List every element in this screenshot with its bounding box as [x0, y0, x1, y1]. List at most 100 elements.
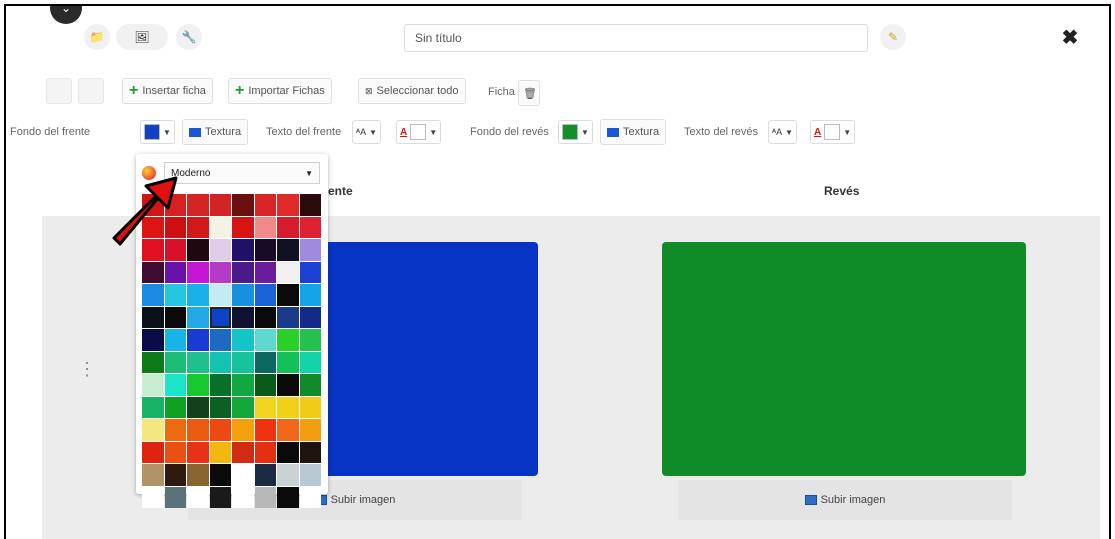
- color-swatch[interactable]: [187, 464, 209, 486]
- color-swatch[interactable]: [142, 239, 164, 261]
- color-swatch[interactable]: [142, 329, 164, 351]
- close-button[interactable]: ✖: [1058, 25, 1082, 49]
- color-swatch[interactable]: [254, 194, 276, 216]
- color-swatch[interactable]: [142, 351, 164, 373]
- color-swatch[interactable]: [187, 306, 209, 328]
- color-swatch[interactable]: [277, 239, 299, 261]
- color-swatch[interactable]: [187, 441, 209, 463]
- color-swatch[interactable]: [164, 396, 186, 418]
- color-swatch[interactable]: [187, 239, 209, 261]
- color-swatch[interactable]: [187, 329, 209, 351]
- color-swatch[interactable]: [232, 396, 254, 418]
- color-swatch[interactable]: [209, 329, 231, 351]
- color-swatch[interactable]: [299, 419, 321, 441]
- color-swatch[interactable]: [277, 194, 299, 216]
- color-swatch[interactable]: [209, 216, 231, 238]
- color-swatch[interactable]: [209, 396, 231, 418]
- color-swatch[interactable]: [232, 239, 254, 261]
- color-swatch[interactable]: [187, 374, 209, 396]
- color-swatch[interactable]: [254, 374, 276, 396]
- color-swatch[interactable]: [232, 261, 254, 283]
- back-card[interactable]: [662, 242, 1026, 476]
- color-swatch[interactable]: [277, 441, 299, 463]
- color-swatch[interactable]: [187, 216, 209, 238]
- color-swatch[interactable]: [164, 374, 186, 396]
- palette-select[interactable]: Moderno ▼: [164, 162, 320, 184]
- front-bg-color-button[interactable]: ▼: [140, 120, 175, 144]
- back-texture-button[interactable]: Textura: [600, 119, 667, 145]
- color-swatch[interactable]: [299, 486, 321, 508]
- color-swatch[interactable]: [232, 441, 254, 463]
- color-swatch[interactable]: [142, 419, 164, 441]
- color-swatch[interactable]: [209, 306, 231, 328]
- color-swatch[interactable]: [142, 306, 164, 328]
- color-swatch[interactable]: [232, 216, 254, 238]
- color-swatch[interactable]: [254, 419, 276, 441]
- back-bg-color-button[interactable]: ▼: [558, 120, 593, 144]
- color-swatch[interactable]: [142, 194, 164, 216]
- color-swatch[interactable]: [299, 216, 321, 238]
- undo-button[interactable]: [46, 78, 72, 104]
- color-swatch[interactable]: [164, 464, 186, 486]
- title-input[interactable]: [404, 24, 868, 52]
- color-swatch[interactable]: [277, 374, 299, 396]
- menu-toggle-button[interactable]: ⌄: [50, 6, 82, 24]
- front-text-color-button[interactable]: A ▼: [396, 120, 442, 144]
- color-swatch[interactable]: [142, 396, 164, 418]
- color-swatch[interactable]: [299, 464, 321, 486]
- color-swatch[interactable]: [299, 396, 321, 418]
- color-swatch[interactable]: [209, 351, 231, 373]
- color-swatch[interactable]: [232, 306, 254, 328]
- color-swatch[interactable]: [254, 261, 276, 283]
- color-swatch[interactable]: [142, 486, 164, 508]
- color-swatch[interactable]: [164, 216, 186, 238]
- color-swatch[interactable]: [299, 284, 321, 306]
- color-swatch[interactable]: [277, 351, 299, 373]
- color-swatch[interactable]: [254, 441, 276, 463]
- color-swatch[interactable]: [277, 216, 299, 238]
- color-swatch[interactable]: [187, 419, 209, 441]
- color-swatch[interactable]: [299, 261, 321, 283]
- color-swatch[interactable]: [142, 216, 164, 238]
- color-swatch[interactable]: [187, 486, 209, 508]
- color-swatch[interactable]: [209, 239, 231, 261]
- color-swatch[interactable]: [254, 486, 276, 508]
- color-swatch[interactable]: [254, 284, 276, 306]
- color-swatch[interactable]: [299, 194, 321, 216]
- color-swatch[interactable]: [164, 306, 186, 328]
- front-font-button[interactable]: ᴬA ▼: [352, 120, 382, 144]
- color-swatch[interactable]: [254, 396, 276, 418]
- color-swatch[interactable]: [142, 441, 164, 463]
- color-swatch[interactable]: [277, 261, 299, 283]
- card-options-icon[interactable]: ⋮: [78, 360, 96, 378]
- front-texture-button[interactable]: Textura: [182, 119, 249, 145]
- tools-button[interactable]: 🔧: [176, 24, 202, 50]
- color-swatch[interactable]: [232, 374, 254, 396]
- color-swatch[interactable]: [209, 419, 231, 441]
- color-swatch[interactable]: [209, 261, 231, 283]
- color-swatch[interactable]: [164, 419, 186, 441]
- color-swatch[interactable]: [187, 284, 209, 306]
- color-swatch[interactable]: [277, 306, 299, 328]
- color-swatch[interactable]: [254, 464, 276, 486]
- color-swatch[interactable]: [254, 329, 276, 351]
- color-swatch[interactable]: [209, 486, 231, 508]
- color-swatch[interactable]: [187, 194, 209, 216]
- color-swatch[interactable]: [142, 261, 164, 283]
- color-swatch[interactable]: [232, 329, 254, 351]
- select-all-button[interactable]: ⊠ Seleccionar todo: [358, 78, 466, 104]
- color-swatch[interactable]: [232, 351, 254, 373]
- folder-button[interactable]: 📁: [84, 24, 110, 50]
- color-swatch[interactable]: [277, 329, 299, 351]
- color-swatch[interactable]: [209, 374, 231, 396]
- color-swatch[interactable]: [164, 329, 186, 351]
- color-swatch[interactable]: [277, 486, 299, 508]
- color-swatch[interactable]: [209, 284, 231, 306]
- color-swatch[interactable]: [142, 374, 164, 396]
- color-swatch[interactable]: [299, 374, 321, 396]
- color-swatch[interactable]: [209, 464, 231, 486]
- back-font-button[interactable]: ᴬA ▼: [768, 120, 798, 144]
- color-swatch[interactable]: [164, 194, 186, 216]
- color-swatch[interactable]: [164, 486, 186, 508]
- color-swatch[interactable]: [254, 351, 276, 373]
